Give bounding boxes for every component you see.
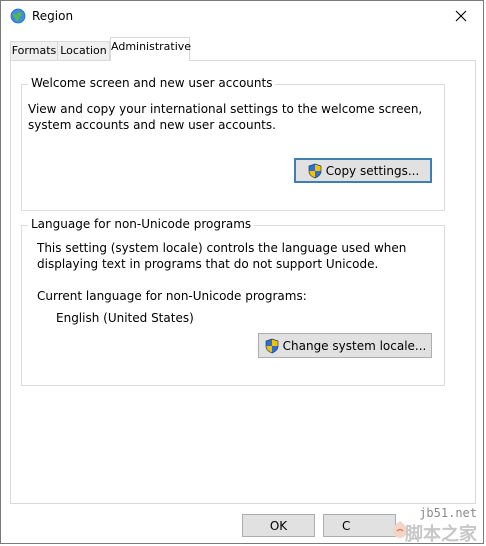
non-unicode-description: This setting (system locale) controls th… [37,241,407,271]
copy-settings-button[interactable]: Copy settings... [294,158,432,183]
non-unicode-group-title: Language for non-Unicode programs [28,217,255,231]
region-dialog: Region Formats Location Administrative W… [0,0,484,545]
uac-shield-icon [308,163,322,178]
current-language-value: English (United States) [56,311,194,325]
welcome-group-title: Welcome screen and new user accounts [28,76,276,90]
current-language-label: Current language for non-Unicode program… [37,289,307,303]
change-system-locale-button[interactable]: Change system locale... [258,333,432,358]
copy-settings-label: Copy settings... [325,163,420,178]
globe-icon [10,8,26,24]
welcome-screen-group: Welcome screen and new user accounts Vie… [21,76,445,211]
uac-shield-icon [265,338,278,353]
close-button[interactable] [438,1,483,31]
change-locale-label: Change system locale... [282,338,427,353]
tab-formats[interactable]: Formats [10,41,58,60]
tab-administrative[interactable]: Administrative [110,37,191,61]
welcome-description: View and copy your international setting… [28,102,423,132]
close-icon [455,10,466,22]
administrative-panel: Welcome screen and new user accounts Vie… [10,60,476,504]
title-bar: Region [1,1,483,31]
watermark-name: 脚本之家 [405,524,477,545]
watermark-site: jb51.net [419,506,477,520]
cancel-button[interactable]: C [323,514,396,537]
tab-location[interactable]: Location [57,41,110,60]
window-title: Region [32,9,74,23]
non-unicode-group: Language for non-Unicode programs This s… [21,217,445,386]
ok-button[interactable]: OK [242,514,315,537]
